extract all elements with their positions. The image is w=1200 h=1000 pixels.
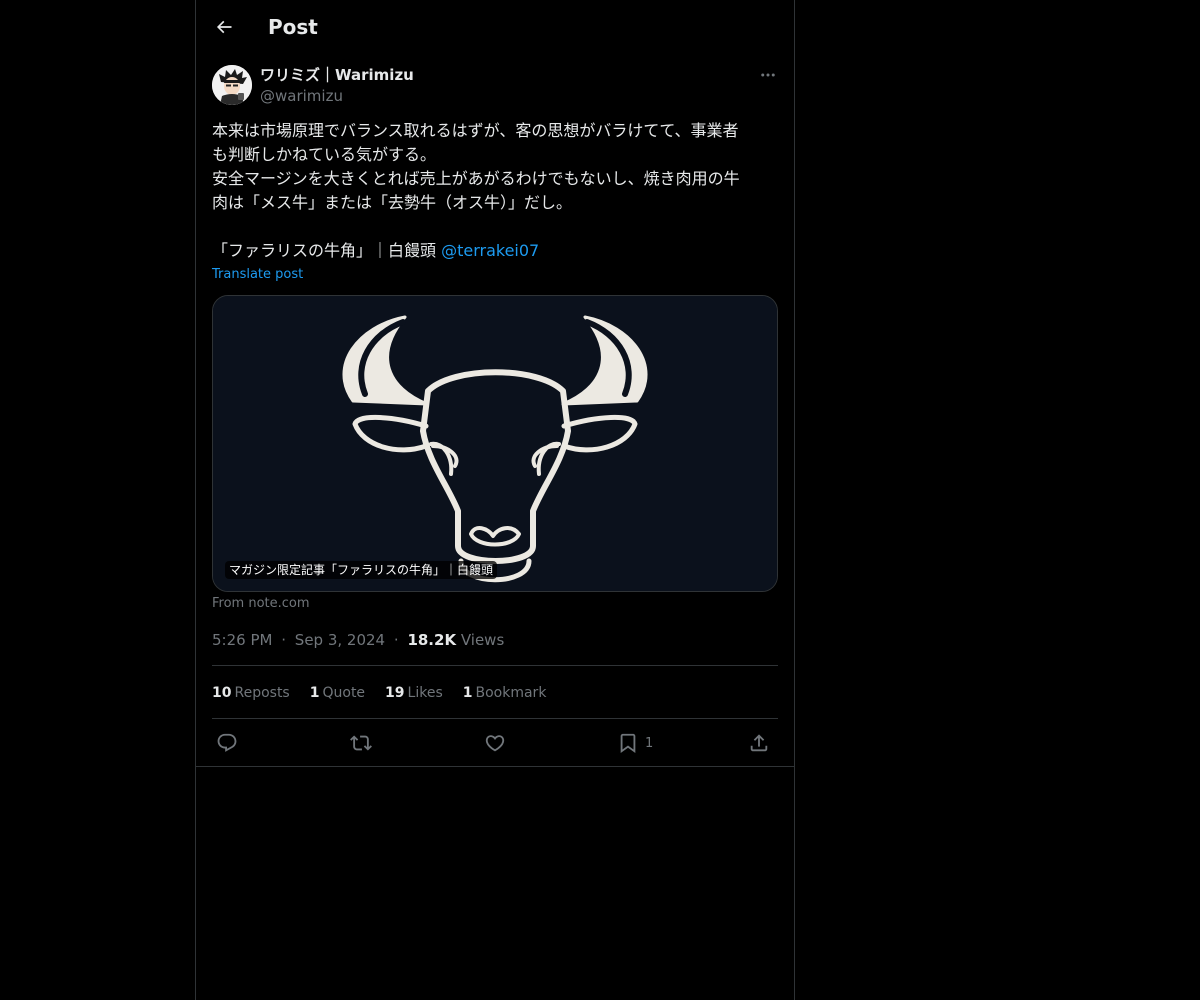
author-handle[interactable]: @warimizu bbox=[260, 86, 343, 106]
bookmark-count: 1 bbox=[645, 735, 654, 751]
post-text-content: 本来は市場原理でバランス取れるはずが、客の思想がバラけてて、事業者 も判断しかね… bbox=[212, 121, 740, 260]
quotes-count: 1 bbox=[309, 685, 320, 701]
post-column: Post ワリミズ｜Warimizu @warimizu 本来は市場原理でバラン… bbox=[195, 0, 795, 1000]
author-display-name[interactable]: ワリミズ｜Warimizu bbox=[260, 65, 414, 85]
quotes-stat[interactable]: 1 Quote bbox=[310, 683, 365, 703]
card-source[interactable]: From note.com bbox=[212, 596, 310, 612]
translate-post-link[interactable]: Translate post bbox=[212, 266, 303, 284]
bull-head-image bbox=[213, 296, 777, 591]
repost-icon bbox=[350, 735, 372, 751]
post-metadata: 5:26 PM · Sep 3, 2024 · 18.2K Views bbox=[212, 630, 504, 650]
post-time[interactable]: 5:26 PM bbox=[212, 631, 272, 649]
page-title: Post bbox=[268, 15, 318, 39]
bookmark-button[interactable]: 1 bbox=[617, 730, 653, 756]
like-button[interactable] bbox=[484, 730, 506, 756]
link-card[interactable]: マガジン限定記事「ファラリスの牛角」｜白饅頭 bbox=[212, 295, 778, 592]
share-icon bbox=[750, 734, 768, 752]
arrow-left-icon bbox=[216, 20, 232, 34]
reposts-count: 10 bbox=[212, 685, 232, 701]
bookmarks-count: 1 bbox=[462, 685, 473, 701]
separator-dot: · bbox=[281, 631, 287, 649]
author-row: ワリミズ｜Warimizu @warimizu bbox=[212, 65, 778, 107]
page-header: Post bbox=[196, 0, 794, 54]
views-count: 18.2K bbox=[407, 631, 457, 649]
engagement-stats: 10 Reposts 1 Quote 19 Likes 1 Bookmark bbox=[212, 683, 566, 703]
post-text: 本来は市場原理でバランス取れるはずが、客の思想がバラけてて、事業者 も判断しかね… bbox=[212, 119, 778, 263]
share-button[interactable] bbox=[748, 730, 770, 756]
reposts-label: Reposts bbox=[234, 685, 290, 701]
avatar[interactable] bbox=[212, 65, 252, 105]
post-date[interactable]: Sep 3, 2024 bbox=[295, 631, 385, 649]
card-caption: マガジン限定記事「ファラリスの牛角」｜白饅頭 bbox=[225, 561, 498, 579]
repost-button[interactable] bbox=[350, 730, 372, 756]
more-options-button[interactable] bbox=[758, 65, 778, 85]
bookmarks-stat[interactable]: 1 Bookmark bbox=[463, 683, 547, 703]
divider bbox=[212, 665, 778, 666]
separator-dot: · bbox=[393, 631, 399, 649]
avatar-image bbox=[212, 65, 252, 105]
bookmark-icon bbox=[620, 733, 636, 754]
bookmarks-label: Bookmark bbox=[475, 685, 547, 701]
divider bbox=[212, 718, 778, 719]
likes-stat[interactable]: 19 Likes bbox=[385, 683, 443, 703]
reposts-stat[interactable]: 10 Reposts bbox=[212, 683, 290, 703]
heart-icon bbox=[485, 735, 505, 752]
action-bar: 1 bbox=[212, 730, 778, 756]
reply-icon bbox=[217, 733, 237, 752]
quotes-label: Quote bbox=[322, 685, 366, 701]
more-horizontal-icon bbox=[761, 73, 775, 77]
likes-label: Likes bbox=[407, 685, 443, 701]
post-text-paragraph: 本来は市場原理でバランス取れるはずが、客の思想がバラけてて、事業者 も判断しかね… bbox=[212, 119, 778, 263]
reply-button[interactable] bbox=[216, 730, 238, 756]
mention-link[interactable]: @terrakei07 bbox=[441, 241, 539, 260]
back-button[interactable] bbox=[208, 11, 240, 43]
likes-count: 19 bbox=[385, 685, 405, 701]
divider bbox=[196, 766, 794, 767]
views-label: Views bbox=[460, 631, 505, 649]
